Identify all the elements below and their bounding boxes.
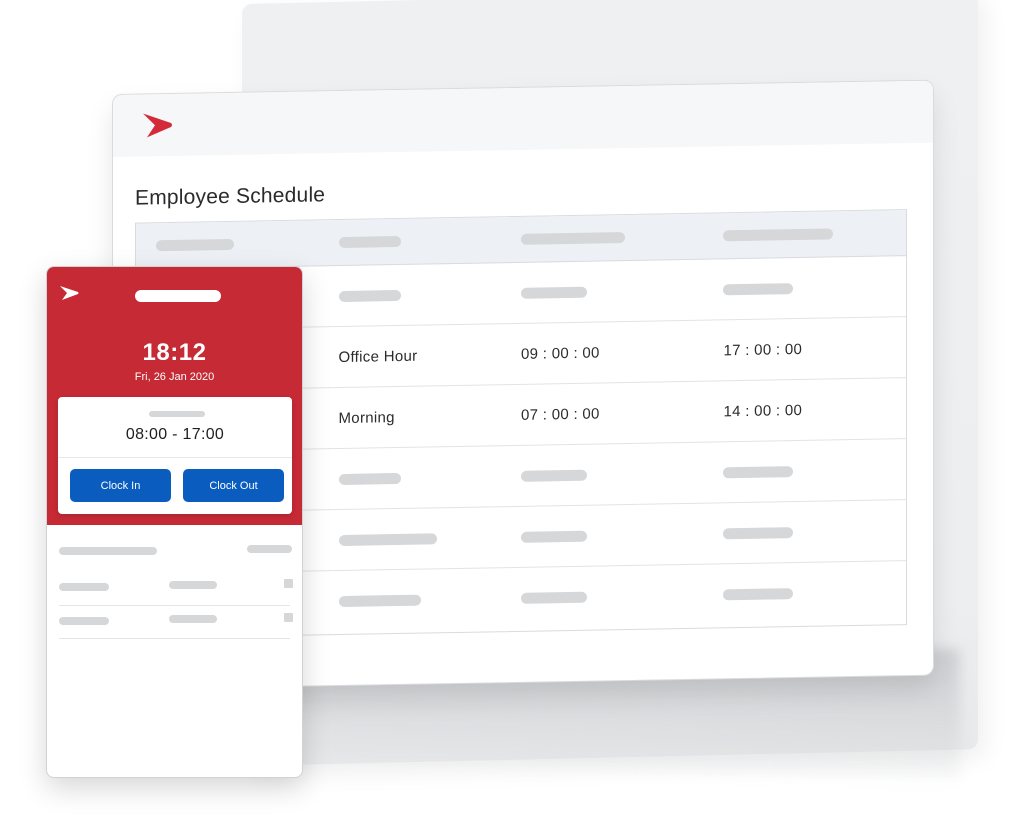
list-item-placeholder: [59, 583, 109, 591]
divider: [59, 605, 290, 606]
shift-label-placeholder: [149, 411, 205, 417]
cell-placeholder: [338, 472, 401, 485]
shift-end: 14 : 00 : 00: [723, 401, 803, 420]
divider: [59, 638, 290, 639]
list-item-checkbox[interactable]: [284, 613, 293, 622]
shift-card: 08:00 - 17:00 Clock In Clock Out: [58, 397, 292, 514]
shift-name: Morning: [338, 408, 395, 427]
mobile-header: 18:12 Fri, 26 Jan 2020 08:00 - 17:00 Clo…: [47, 267, 302, 525]
cell-placeholder: [723, 282, 794, 295]
header-placeholder: [156, 238, 234, 252]
cell-placeholder: [723, 465, 794, 478]
current-date: Fri, 26 Jan 2020: [134, 371, 215, 383]
shift-start: 09 : 00 : 00: [521, 343, 600, 363]
cell-placeholder: [521, 469, 588, 482]
clock-in-button[interactable]: Clock In: [70, 469, 171, 502]
header-placeholder: [521, 232, 626, 245]
brand-logo-icon: [59, 285, 79, 301]
current-time: 18:12: [142, 339, 207, 366]
clock-out-button[interactable]: Clock Out: [183, 469, 284, 502]
mobile-app: 18:12 Fri, 26 Jan 2020 08:00 - 17:00 Clo…: [46, 266, 303, 778]
list-item-placeholder: [169, 615, 217, 623]
list-title-placeholder: [59, 547, 157, 555]
header-placeholder: [338, 235, 401, 249]
divider: [58, 457, 292, 458]
title-placeholder: [135, 290, 221, 302]
page-title: Employee Schedule: [135, 183, 326, 210]
cell-placeholder: [338, 532, 437, 546]
shift-end: 17 : 00 : 00: [723, 340, 803, 359]
cell-placeholder: [723, 588, 794, 601]
brand-logo-icon: [141, 111, 173, 140]
shift-start: 07 : 00 : 00: [521, 404, 600, 424]
cell-placeholder: [338, 594, 421, 608]
list-item-placeholder: [59, 617, 109, 625]
shift-range: 08:00 - 17:00: [125, 426, 225, 443]
cell-placeholder: [521, 591, 588, 604]
cell-placeholder: [723, 526, 794, 539]
cell-placeholder: [521, 530, 588, 543]
list-item-placeholder: [169, 581, 217, 589]
shift-name: Office Hour: [338, 347, 418, 366]
cell-placeholder: [338, 289, 401, 302]
list-item-checkbox[interactable]: [284, 579, 293, 588]
header-placeholder: [723, 228, 834, 242]
list-action-placeholder: [247, 545, 292, 553]
cell-placeholder: [521, 286, 588, 299]
desktop-header: [113, 80, 933, 157]
